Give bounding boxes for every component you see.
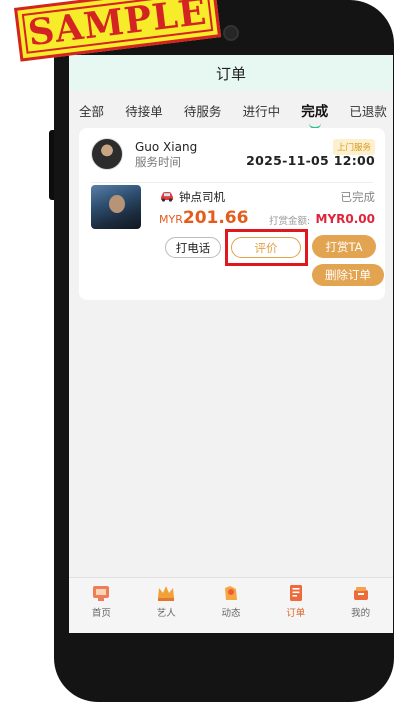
tab-refunded[interactable]: 已退款	[349, 101, 387, 120]
service-time-label: 服务时间	[135, 155, 181, 169]
service-time-value: 2025-11-05 12:00	[246, 153, 375, 168]
review-button[interactable]: 评价	[231, 237, 301, 258]
price-currency: MYR	[159, 213, 183, 226]
nav-profile[interactable]: 我的	[328, 578, 393, 633]
page-header: 订单	[69, 55, 393, 91]
nav-home[interactable]: 首页	[69, 578, 134, 633]
price-amount: 201.66	[182, 208, 249, 228]
nav-profile-label: 我的	[351, 608, 371, 619]
call-button[interactable]: 打电话	[165, 237, 221, 258]
front-camera	[223, 25, 239, 41]
nav-feed-label: 动态	[221, 608, 241, 619]
nav-feed[interactable]: 动态	[199, 578, 264, 633]
service-thumbnail	[91, 185, 141, 229]
tab-pending-accept[interactable]: 待接单	[125, 101, 163, 120]
tip-button[interactable]: 打赏TA	[312, 235, 376, 258]
tip-amount-value: MYR0.00	[315, 212, 375, 226]
profile-icon	[353, 587, 368, 600]
feed-icon	[224, 586, 237, 600]
bottom-navigation: 首页 艺人 动态 订单 我的	[69, 577, 393, 633]
tab-completed[interactable]: 完成	[301, 100, 329, 129]
nav-artists[interactable]: 艺人	[134, 578, 199, 633]
order-status: 已完成	[340, 190, 376, 204]
tip-amount-label: 打赏金额:	[269, 216, 311, 227]
tab-pending-service[interactable]: 待服务	[184, 101, 222, 120]
service-name: 钟点司机	[179, 190, 225, 204]
order-status-tabs: 全部 待接单 待服务 进行中 完成 已退款	[69, 91, 393, 129]
card-divider	[91, 182, 373, 183]
crown-icon	[158, 586, 175, 601]
order-card[interactable]: Guo Xiang 服务时间 上门服务 2025-11-05 12:00 钟点司…	[79, 128, 385, 300]
car-icon	[159, 190, 175, 202]
nav-home-label: 首页	[91, 608, 111, 619]
user-avatar	[91, 138, 123, 170]
nav-artists-label: 艺人	[156, 608, 176, 619]
order-price: MYR201.66	[159, 208, 248, 228]
nav-orders[interactable]: 订单	[263, 578, 328, 633]
thumbnail-person	[109, 195, 125, 213]
user-name: Guo Xiang	[135, 140, 198, 154]
nav-orders-label: 订单	[286, 608, 306, 619]
page-title: 订单	[215, 64, 246, 83]
delete-order-button[interactable]: 删除订单	[312, 264, 384, 286]
home-icon	[93, 586, 110, 601]
tab-completed-label: 完成	[301, 104, 329, 120]
order-icon	[289, 585, 302, 601]
tab-all[interactable]: 全部	[79, 101, 104, 120]
app-screen: 订单 全部 待接单 待服务 进行中 完成 已退款 Guo Xiang 服务时间 …	[69, 55, 393, 633]
tab-in-progress[interactable]: 进行中	[243, 101, 281, 120]
